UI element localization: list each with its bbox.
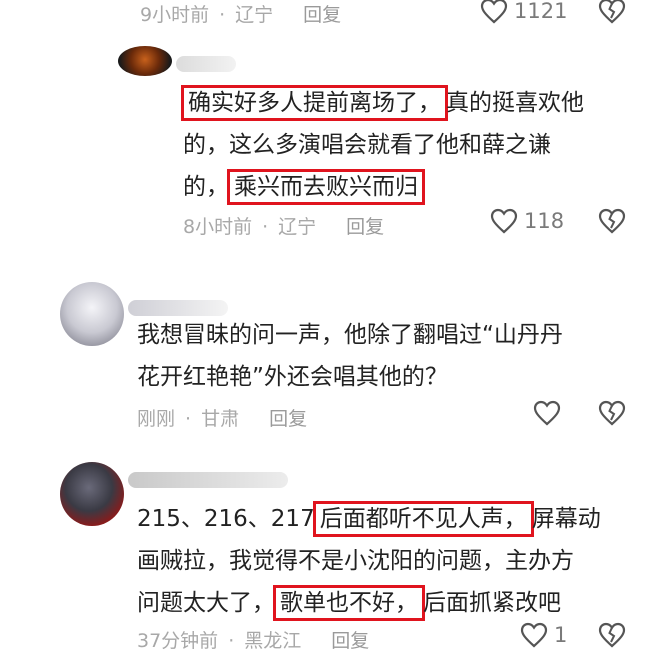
text-span: 215、216、217	[137, 506, 315, 532]
separator-dot: ·	[185, 408, 192, 430]
text-span: 屏幕动	[531, 506, 601, 532]
text-span: 真的挺喜欢他	[446, 90, 584, 116]
reply-button[interactable]: 回复	[331, 630, 369, 652]
comment-3-dislike-button[interactable]	[598, 622, 626, 648]
comment-2-meta: 刚刚 · 甘肃 回复	[137, 404, 307, 431]
highlight-box: 乘兴而去败兴而归	[227, 169, 425, 205]
separator-dot: ·	[228, 630, 235, 652]
reply-button[interactable]: 回复	[303, 4, 341, 26]
comment-location: 黑龙江	[244, 630, 302, 652]
broken-heart-icon	[598, 208, 626, 234]
comment-line: 确实好多人提前离场了， 真的挺喜欢他	[181, 82, 584, 124]
comment-1-text: 确实好多人提前离场了， 真的挺喜欢他 的，这么多演唱会就看了他和薛之谦 的， 乘兴而…	[181, 82, 584, 208]
comment-0-dislike-button[interactable]	[598, 0, 626, 24]
comment-line: 的， 乘兴而去败兴而归	[183, 166, 584, 208]
username[interactable]	[176, 56, 236, 72]
like-count: 1121	[514, 0, 568, 23]
text-span: 的，这么多演唱会就看了他和薛之谦	[183, 132, 551, 158]
comment-time: 9小时前	[140, 4, 210, 26]
broken-heart-icon	[598, 622, 626, 648]
comment-3-text: 215、216、217 后面都听不见人声， 屏幕动 画贼拉，我觉得不是小沈阳的问题，…	[137, 498, 601, 624]
comment-location: 甘肃	[201, 408, 240, 430]
highlight-box: 后面都听不见人声，	[312, 501, 534, 537]
avatar[interactable]	[60, 462, 124, 526]
like-count: 1	[554, 623, 568, 647]
comment-line: 画贼拉，我觉得不是小沈阳的问题，主办方	[137, 548, 574, 574]
comment-time: 刚刚	[137, 408, 176, 430]
avatar[interactable]	[118, 46, 172, 76]
like-count: 118	[524, 209, 565, 233]
comment-1-meta: 8小时前 · 辽宁 回复	[183, 212, 384, 239]
comment-3-meta: 37分钟前 · 黑龙江 回复	[137, 626, 369, 653]
reply-button[interactable]: 回复	[346, 216, 384, 238]
text-span: 问题太大了，	[137, 590, 275, 616]
text-span: 后面抓紧改吧	[423, 590, 561, 616]
broken-heart-icon	[598, 0, 626, 24]
comment-location: 辽宁	[235, 4, 274, 26]
separator-dot: ·	[262, 216, 269, 238]
reply-button[interactable]: 回复	[269, 408, 307, 430]
avatar[interactable]	[60, 282, 124, 346]
comment-0-like-button[interactable]: 1121	[480, 0, 567, 24]
comment-line: 问题太大了， 歌单也不好， 后面抓紧改吧	[137, 582, 601, 624]
heart-outline-icon	[533, 400, 561, 426]
comment-0-meta: 9小时前 · 辽宁 回复	[140, 0, 341, 27]
highlight-box: 歌单也不好，	[273, 585, 425, 621]
comment-time: 37分钟前	[137, 630, 219, 652]
comment-line: 我想冒昧的问一声，他除了翻唱过“山丹丹	[137, 322, 563, 348]
comment-line: 的，这么多演唱会就看了他和薛之谦	[183, 124, 584, 166]
separator-dot: ·	[219, 4, 226, 26]
comment-line: 花开红艳艳”外还会唱其他的？	[137, 364, 448, 390]
comment-2-text: 我想冒昧的问一声，他除了翻唱过“山丹丹 花开红艳艳”外还会唱其他的？	[137, 314, 563, 398]
comment-location: 辽宁	[278, 216, 317, 238]
comment-3-like-button[interactable]: 1	[520, 622, 567, 648]
heart-outline-icon	[480, 0, 508, 24]
comment-time: 8小时前	[183, 216, 253, 238]
heart-outline-icon	[520, 622, 548, 648]
comment-1-dislike-button[interactable]	[598, 208, 626, 234]
broken-heart-icon	[598, 400, 626, 426]
highlight-box: 确实好多人提前离场了，	[181, 85, 448, 121]
comment-2-like-button[interactable]	[533, 400, 561, 426]
comment-2-dislike-button[interactable]	[598, 400, 626, 426]
comment-line: 215、216、217 后面都听不见人声， 屏幕动	[137, 498, 601, 540]
username[interactable]	[128, 472, 288, 488]
text-span: 的，	[183, 174, 229, 200]
heart-outline-icon	[490, 208, 518, 234]
comment-1-like-button[interactable]: 118	[490, 208, 564, 234]
